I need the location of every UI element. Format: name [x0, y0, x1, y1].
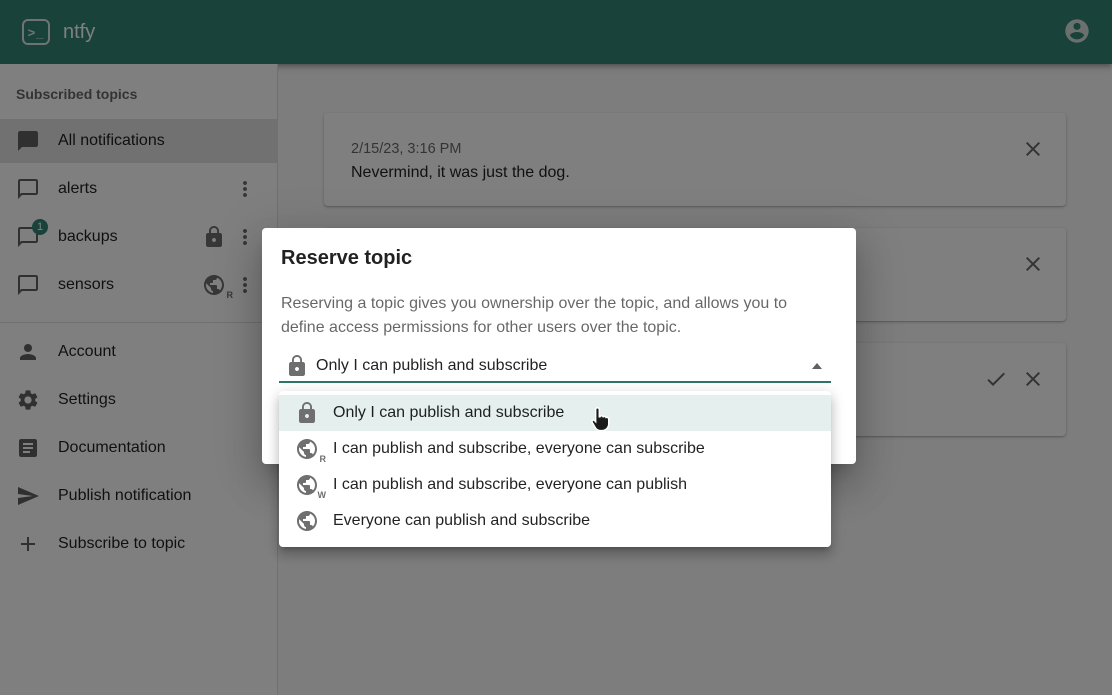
read-letter: R: [320, 454, 327, 464]
globe-read-icon: R: [295, 437, 319, 461]
access-permission-select[interactable]: Only I can publish and subscribe: [279, 350, 831, 383]
menu-item-label: I can publish and subscribe, everyone ca…: [333, 476, 687, 494]
chevron-up-icon: [812, 363, 822, 369]
dialog-description: Reserving a topic gives you ownership ov…: [281, 292, 826, 340]
globe-write-icon: W: [295, 473, 319, 497]
access-permission-menu: Only I can publish and subscribe R I can…: [279, 391, 831, 547]
globe-icon: [295, 509, 319, 533]
menu-item-everyone-can-publish[interactable]: W I can publish and subscribe, everyone …: [279, 467, 831, 503]
menu-item-label: I can publish and subscribe, everyone ca…: [333, 440, 705, 458]
menu-item-label: Only I can publish and subscribe: [333, 404, 564, 422]
dialog-title: Reserve topic: [281, 247, 412, 270]
menu-item-everyone-can-subscribe[interactable]: R I can publish and subscribe, everyone …: [279, 431, 831, 467]
menu-item-label: Everyone can publish and subscribe: [333, 512, 590, 530]
select-value: Only I can publish and subscribe: [316, 357, 547, 375]
write-letter: W: [318, 490, 327, 500]
lock-icon: [295, 401, 319, 425]
lock-icon: [285, 354, 309, 378]
menu-item-only-me[interactable]: Only I can publish and subscribe: [279, 395, 831, 431]
menu-item-everyone[interactable]: Everyone can publish and subscribe: [279, 503, 831, 539]
